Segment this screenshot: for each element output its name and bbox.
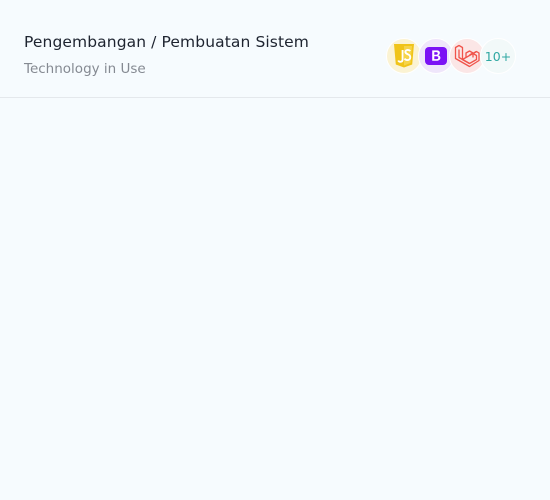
- more-technologies-badge[interactable]: 10+: [480, 38, 516, 74]
- page-header: Pengembangan / Pembuatan Sistem Technolo…: [0, 0, 550, 98]
- bootstrap-icon: [425, 47, 447, 65]
- page-subtitle: Technology in Use: [24, 61, 146, 77]
- javascript-avatar[interactable]: [386, 38, 422, 74]
- page-title: Pengembangan / Pembuatan Sistem: [24, 33, 309, 51]
- laravel-icon: [454, 44, 480, 68]
- javascript-icon: [394, 44, 414, 68]
